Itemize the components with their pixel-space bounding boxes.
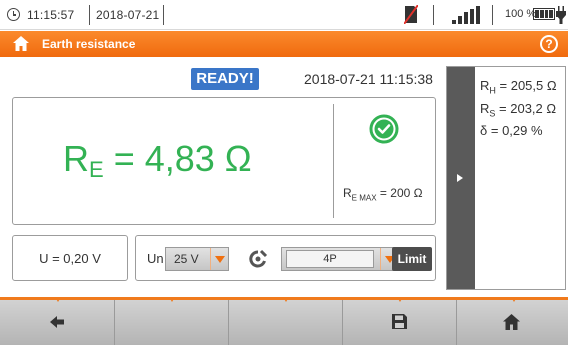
chevron-down-icon[interactable] bbox=[210, 248, 228, 270]
home-button[interactable] bbox=[457, 300, 568, 345]
interference-voltage: U = 0,20 V bbox=[12, 235, 128, 281]
result-symbol: R bbox=[63, 138, 89, 179]
signal-icon bbox=[452, 6, 480, 24]
clock-icon bbox=[7, 8, 20, 21]
clamp-icon bbox=[249, 249, 268, 268]
mode-select[interactable]: 4P bbox=[281, 247, 399, 271]
result-subscript: E bbox=[89, 157, 104, 182]
nav-button-empty bbox=[229, 300, 342, 345]
rh-subscript: H bbox=[489, 85, 496, 96]
delta-symbol: δ bbox=[480, 123, 488, 139]
limit-subscript: E MAX bbox=[351, 193, 377, 203]
rs-symbol: R bbox=[480, 100, 490, 116]
back-button[interactable] bbox=[0, 300, 114, 345]
earth-resistance-result: RE = 4,83 Ω bbox=[63, 138, 252, 183]
home-icon[interactable] bbox=[12, 35, 30, 52]
battery-icon bbox=[533, 8, 558, 20]
limit-value: RE MAX = 200 Ω bbox=[343, 186, 423, 202]
plug-icon bbox=[556, 6, 566, 24]
rs-subscript: S bbox=[489, 108, 496, 119]
status-separator bbox=[433, 5, 434, 25]
limit-number: = 200 Ω bbox=[379, 186, 423, 200]
settings-panel: Un 25 V 4P Limit bbox=[135, 235, 436, 281]
limit-symbol: R bbox=[343, 186, 352, 200]
battery-percent: 100 % bbox=[505, 8, 537, 20]
un-voltage-select[interactable]: 25 V bbox=[165, 247, 229, 271]
panel-divider bbox=[333, 104, 334, 218]
sd-card-disabled-icon bbox=[404, 5, 418, 24]
side-panel: RH = 205,5 Ω RS = 203,2 Ω δ = 0,29 % bbox=[446, 66, 566, 290]
status-badge: READY! bbox=[191, 68, 259, 90]
rh-symbol: R bbox=[480, 78, 490, 93]
title-bar: Earth resistance ? bbox=[0, 31, 568, 57]
limit-button[interactable]: Limit bbox=[392, 247, 432, 271]
status-separator bbox=[89, 5, 90, 25]
back-arrow-icon bbox=[50, 316, 64, 328]
rs-value: RS = 203,2 Ω bbox=[480, 100, 557, 123]
delta-number: = 0,29 % bbox=[490, 123, 543, 139]
status-separator bbox=[492, 5, 493, 25]
measurement-timestamp: 2018-07-21 11:15:38 bbox=[304, 71, 433, 87]
rh-value: RH = 205,5 Ω bbox=[480, 77, 557, 100]
delta-value: δ = 0,29 % bbox=[480, 122, 557, 139]
status-time: 11:15:57 bbox=[27, 8, 75, 22]
check-circle-icon bbox=[369, 114, 399, 144]
result-value: = 4,83 Ω bbox=[113, 138, 252, 179]
side-values: RH = 205,5 Ω RS = 203,2 Ω δ = 0,29 % bbox=[480, 77, 557, 139]
result-panel: RE = 4,83 Ω RE MAX = 200 Ω bbox=[12, 97, 436, 225]
un-voltage-value: 25 V bbox=[174, 252, 199, 266]
page-title: Earth resistance bbox=[42, 37, 136, 51]
rh-number: = 205,5 Ω bbox=[499, 78, 557, 93]
un-label: Un bbox=[147, 251, 164, 266]
status-bar: 11:15:57 2018-07-21 100 % bbox=[0, 0, 568, 30]
save-icon bbox=[392, 314, 407, 329]
bottom-nav bbox=[0, 297, 568, 345]
save-button[interactable] bbox=[343, 300, 456, 345]
status-separator bbox=[163, 5, 164, 25]
nav-button-empty bbox=[115, 300, 228, 345]
mode-value: 4P bbox=[323, 253, 337, 265]
help-icon[interactable]: ? bbox=[540, 35, 558, 53]
home-icon bbox=[503, 314, 520, 330]
rs-number: = 203,2 Ω bbox=[499, 100, 557, 116]
side-panel-toggle[interactable] bbox=[447, 67, 475, 289]
meter-screen: 11:15:57 2018-07-21 100 % Earth resistan… bbox=[0, 0, 568, 345]
status-date: 2018-07-21 bbox=[96, 8, 160, 22]
